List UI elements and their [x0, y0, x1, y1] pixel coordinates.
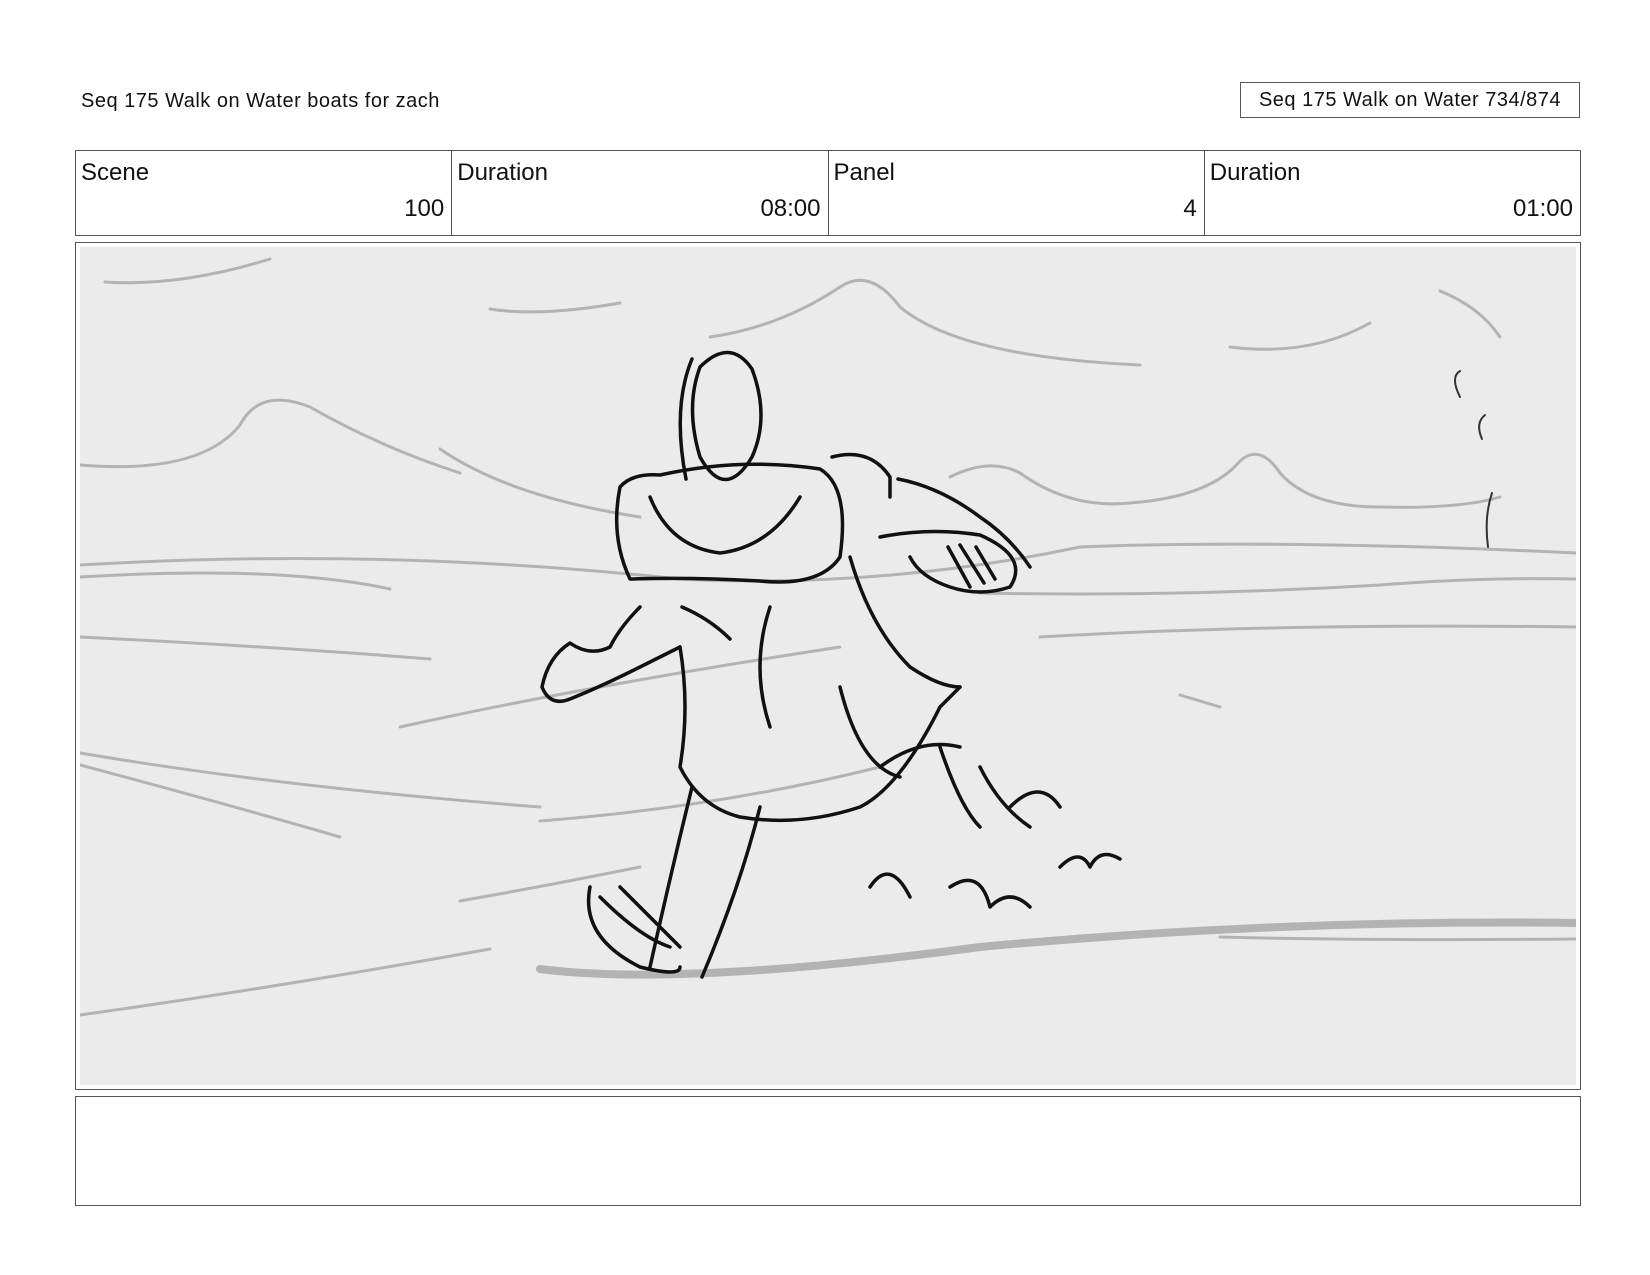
- panel-duration-value: 01:00: [1512, 195, 1573, 222]
- panel-cell: Panel 4: [829, 151, 1205, 235]
- scene-value: 100: [404, 195, 445, 222]
- scene-duration-label: Duration: [457, 159, 548, 186]
- scene-cell: Scene 100: [76, 151, 453, 235]
- page-counter: Seq 175 Walk on Water 734/874: [1240, 82, 1580, 118]
- panel-info-table: Scene 100 Duration 08:00 Panel 4 Duratio…: [75, 150, 1581, 236]
- panel-duration-cell: Duration 01:00: [1205, 151, 1580, 235]
- scene-duration-value: 08:00: [760, 195, 821, 222]
- storyboard-panel-frame: [75, 242, 1581, 1090]
- scene-duration-cell: Duration 08:00: [452, 151, 829, 235]
- panel-duration-label: Duration: [1209, 159, 1301, 186]
- storyboard-sketch: [80, 247, 1576, 1085]
- notes-box[interactable]: [75, 1096, 1581, 1206]
- scene-label: Scene: [81, 159, 150, 186]
- panel-label: Panel: [833, 159, 895, 186]
- panel-background: [80, 247, 1576, 1085]
- sequence-title: Seq 175 Walk on Water boats for zach: [81, 90, 440, 112]
- panel-value: 4: [1183, 195, 1197, 222]
